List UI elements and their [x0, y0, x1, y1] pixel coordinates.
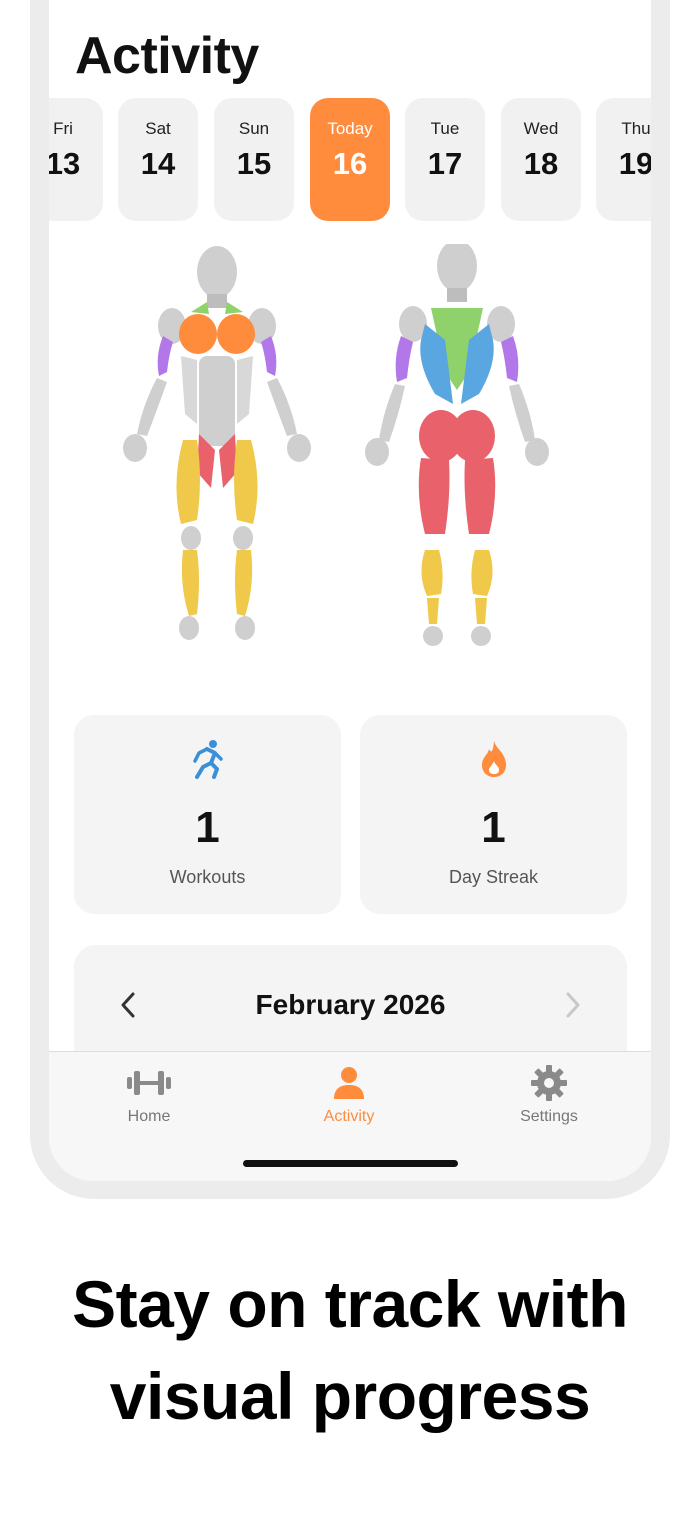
back-triceps-left [395, 336, 413, 382]
front-biceps-right [261, 336, 277, 376]
front-neck [207, 294, 227, 308]
back-forearm-right [509, 384, 535, 442]
day-number: 14 [140, 146, 176, 181]
day-chip-sat[interactable]: Sat 14 [118, 98, 198, 221]
day-number: 18 [523, 146, 559, 181]
person-icon [269, 1062, 429, 1104]
back-forearm-left [379, 384, 405, 442]
front-shin-right [235, 550, 253, 616]
day-name: Tue [430, 119, 460, 138]
gear-icon [469, 1062, 629, 1104]
tab-settings-label: Settings [520, 1108, 578, 1125]
back-hamstring-left [418, 458, 450, 534]
workouts-value: 1 [195, 803, 220, 852]
day-name: Sat [145, 119, 171, 138]
next-month-button[interactable] [553, 985, 593, 1025]
back-glute-right [451, 410, 495, 462]
page-title: Activity [75, 27, 259, 85]
front-chest-left [179, 314, 217, 354]
muscle-map [123, 244, 549, 646]
day-chip-wed[interactable]: Wed 18 [501, 98, 581, 221]
front-body-figure [123, 246, 311, 640]
month-label: February 2026 [255, 989, 446, 1020]
front-foot-left [179, 616, 199, 640]
tab-home-label: Home [127, 1108, 171, 1125]
front-forearm-right [267, 378, 297, 436]
back-foot-right [471, 626, 491, 646]
tab-activity[interactable]: Activity [269, 1062, 429, 1142]
back-hand-right [525, 438, 549, 466]
streak-card: 1 Day Streak [360, 715, 627, 914]
back-hand-left [365, 438, 389, 466]
running-icon [74, 739, 341, 783]
back-lower-leg-right [475, 598, 487, 624]
day-name: Wed [523, 119, 559, 138]
back-head [437, 244, 477, 292]
back-triceps-right [501, 336, 519, 382]
day-chip-tue[interactable]: Tue 17 [405, 98, 485, 221]
day-strip[interactable]: Fri 13 Sat 14 Sun 15 Today 16 Tue 17 Wed… [49, 98, 651, 222]
tab-bar: Home Activity Settings [49, 1051, 651, 1181]
front-hand-left [123, 434, 147, 462]
back-foot-left [423, 626, 443, 646]
back-hamstring-right [464, 458, 496, 534]
streak-value: 1 [481, 803, 506, 852]
tagline-line-1: Stay on track with [72, 1267, 628, 1341]
front-abs [199, 356, 235, 446]
back-lower-leg-left [427, 598, 439, 624]
back-calf-left [421, 550, 443, 596]
day-number: 16 [332, 146, 368, 181]
day-number: 19 [618, 146, 651, 181]
back-calf-right [471, 550, 493, 596]
streak-label: Day Streak [448, 867, 539, 887]
day-chip-sun[interactable]: Sun 15 [214, 98, 294, 221]
front-shin-left [181, 550, 199, 616]
front-foot-right [235, 616, 255, 640]
workouts-label: Workouts [169, 867, 246, 887]
day-chip-thu[interactable]: Thu 19 [596, 98, 651, 221]
front-hand-right [287, 434, 311, 462]
phone-screen: Activity Fri 13 Sat 14 Sun 15 Today 16 T… [49, 0, 651, 1181]
front-chest-right [217, 314, 255, 354]
day-chip-fri[interactable]: Fri 13 [49, 98, 103, 221]
front-knee-right [233, 526, 253, 550]
flame-icon [360, 739, 627, 783]
home-indicator[interactable] [243, 1160, 458, 1167]
tab-home[interactable]: Home [69, 1062, 229, 1142]
front-biceps-left [157, 336, 173, 376]
back-neck [447, 288, 467, 302]
day-name: Thu [621, 119, 651, 138]
day-number: 13 [49, 146, 81, 181]
front-forearm-left [137, 378, 167, 436]
day-chip-today[interactable]: Today 16 [310, 98, 390, 221]
dumbbell-icon [69, 1062, 229, 1104]
workouts-card: 1 Workouts [74, 715, 341, 914]
day-number: 15 [236, 146, 272, 181]
front-head [197, 246, 237, 298]
tab-settings[interactable]: Settings [469, 1062, 629, 1142]
day-name: Today [327, 119, 373, 138]
back-body-figure [365, 244, 549, 646]
front-quad-right [234, 440, 258, 524]
front-knee-left [181, 526, 201, 550]
day-name: Sun [238, 119, 270, 138]
tagline: Stay on track with visual progress [0, 1258, 700, 1442]
day-name: Fri [53, 119, 73, 138]
front-quad-left [176, 440, 200, 524]
day-number: 17 [427, 146, 463, 181]
tagline-line-2: visual progress [109, 1359, 591, 1433]
tab-activity-label: Activity [323, 1108, 375, 1125]
chevron-right-icon [566, 992, 580, 1018]
